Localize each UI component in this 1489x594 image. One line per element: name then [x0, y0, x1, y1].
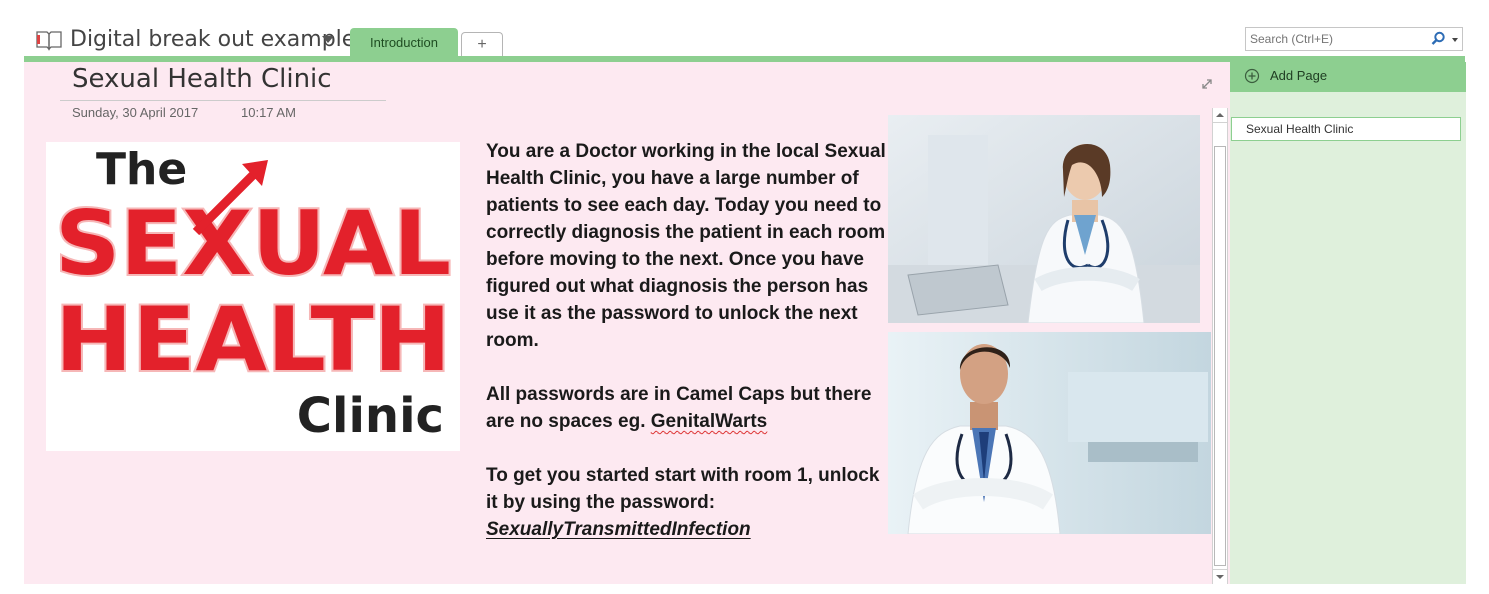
page-canvas[interactable]: Sexual Health Clinic Sunday, 30 April 20… [24, 62, 1230, 584]
add-circle-icon [1244, 68, 1260, 84]
page-date: Sunday, 30 April 2017 [72, 105, 199, 120]
scroll-thumb[interactable] [1214, 146, 1226, 566]
clinic-logo-image[interactable]: The SEXUAL HEALTH Clinic [46, 142, 460, 451]
scroll-down-button[interactable] [1213, 569, 1227, 584]
search-icon[interactable] [1430, 31, 1446, 47]
instructions-paragraph-3: To get you started start with room 1, un… [486, 462, 891, 543]
page-scrollbar[interactable] [1212, 108, 1228, 584]
logo-health-text: HEALTH [55, 288, 451, 391]
search-input[interactable] [1250, 30, 1410, 48]
scroll-up-arrow-icon [1216, 113, 1224, 117]
female-doctor-photo[interactable] [888, 115, 1200, 323]
notebook-dropdown-icon[interactable] [322, 36, 334, 43]
instructions-text[interactable]: You are a Doctor working in the local Se… [486, 138, 891, 570]
search-scope-dropdown-icon[interactable] [1452, 38, 1458, 42]
add-page-label: Add Page [1270, 68, 1328, 83]
instructions-paragraph-2: All passwords are in Camel Caps but ther… [486, 381, 891, 435]
page-time: 10:17 AM [241, 105, 296, 120]
notebook-icon[interactable] [35, 29, 63, 51]
search-box[interactable] [1245, 27, 1463, 51]
scroll-down-arrow-icon [1216, 575, 1224, 579]
logo-clinic-text: Clinic [297, 388, 444, 444]
page-list-item[interactable]: Sexual Health Clinic [1231, 117, 1461, 141]
logo-the-text: The [96, 144, 187, 195]
add-section-tab[interactable]: + [461, 32, 503, 57]
notebook-title[interactable]: Digital break out example [70, 27, 355, 52]
male-doctor-photo[interactable] [888, 332, 1211, 534]
expand-icon[interactable] [1200, 77, 1214, 91]
title-divider [60, 100, 386, 101]
room-1-password: SexuallyTransmittedInfection [486, 519, 751, 540]
example-password: GenitalWarts [650, 411, 768, 432]
page-title[interactable]: Sexual Health Clinic [72, 64, 332, 94]
logo-sexual-text: SEXUAL [55, 192, 451, 295]
scroll-up-button[interactable] [1213, 108, 1227, 123]
top-bar: Digital break out example Introduction + [0, 0, 1489, 58]
instructions-paragraph-1: You are a Doctor working in the local Se… [486, 141, 886, 351]
paragraph-3-text: To get you started start with room 1, un… [486, 465, 880, 513]
add-page-button[interactable]: Add Page [1230, 62, 1466, 92]
tab-introduction[interactable]: Introduction [350, 28, 458, 58]
